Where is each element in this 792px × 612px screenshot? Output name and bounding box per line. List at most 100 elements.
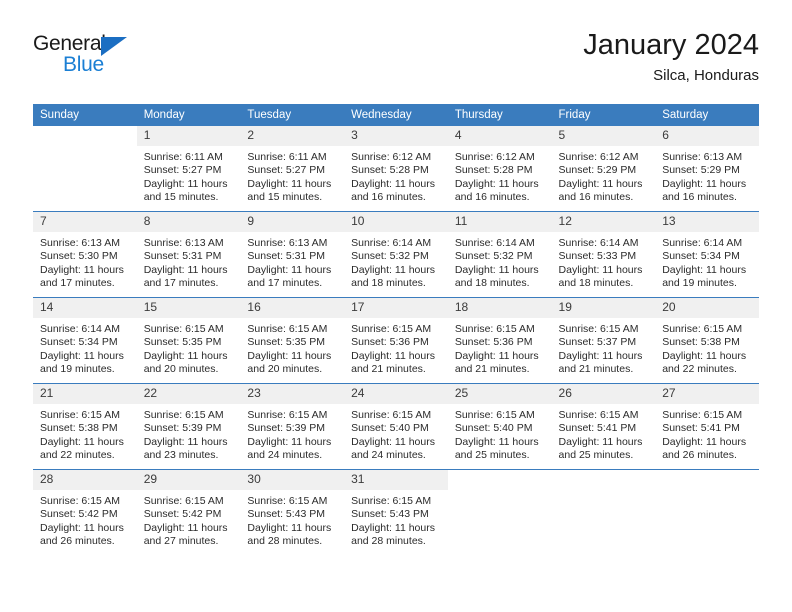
sunset-line: Sunset: 5:42 PM <box>40 508 118 521</box>
day-sun-info: Sunrise: 6:13 AM Sunset: 5:30 PM Daylight:… <box>33 232 137 291</box>
calendar-day-cell[interactable]: 31 Sunrise: 6:15 AM Sunset: 5:43 PM Dayligh… <box>344 469 448 555</box>
calendar-day-cell[interactable]: 18 Sunrise: 6:15 AM Sunset: 5:36 PM Dayligh… <box>447 297 552 384</box>
day-number: 14 <box>33 298 137 318</box>
day-number: 28 <box>33 470 137 490</box>
sunrise-line: Sunrise: 6:15 AM <box>40 495 120 507</box>
calendar-day-cell[interactable]: 8 Sunrise: 6:13 AM Sunset: 5:31 PM Daylight… <box>136 211 241 298</box>
day-number: 21 <box>33 384 137 404</box>
sunrise-line: Sunrise: 6:15 AM <box>351 409 432 421</box>
day-sun-info: Sunrise: 6:15 AM Sunset: 5:42 PM Daylight:… <box>33 490 137 549</box>
daylight-line-cont: and 15 minutes. <box>247 191 323 204</box>
sunset-line: Sunset: 5:29 PM <box>558 164 637 177</box>
daylight-line-cont: and 21 minutes. <box>558 363 634 376</box>
logo-text-blue: Blue <box>63 53 104 76</box>
daylight-line-cont: and 16 minutes. <box>351 191 426 204</box>
daylight-line: Daylight: 11 hours <box>662 177 747 190</box>
calendar-page: General Blue January 2024 Silca, Hondura… <box>0 0 792 612</box>
day-number: 30 <box>240 470 345 490</box>
sunrise-line: Sunrise: 6:15 AM <box>143 323 224 335</box>
day-sun-info: Sunrise: 6:15 AM Sunset: 5:43 PM Daylight:… <box>240 490 344 549</box>
daylight-line: Daylight: 11 hours <box>454 177 539 190</box>
calendar-day-cell[interactable]: 26 Sunrise: 6:15 AM Sunset: 5:41 PM Dayligh… <box>551 383 656 470</box>
sunrise-line: Sunrise: 6:15 AM <box>247 409 328 421</box>
day-sun-info: Sunrise: 6:11 AM Sunset: 5:27 PM Daylight:… <box>240 146 344 205</box>
sunset-line: Sunset: 5:34 PM <box>40 336 118 349</box>
daylight-line-cont: and 17 minutes. <box>40 277 115 290</box>
calendar-day-cell[interactable]: 28 Sunrise: 6:15 AM Sunset: 5:42 PM Dayligh… <box>33 469 137 555</box>
calendar-day-cell[interactable]: 25 Sunrise: 6:15 AM Sunset: 5:40 PM Dayligh… <box>447 383 552 470</box>
daylight-line: Daylight: 11 hours <box>662 349 747 362</box>
daylight-line-cont: and 24 minutes. <box>247 449 323 462</box>
calendar-day-cell[interactable]: 13 Sunrise: 6:14 AM Sunset: 5:34 PM Dayligh… <box>655 211 759 298</box>
calendar-day-cell[interactable]: 5 Sunrise: 6:12 AM Sunset: 5:29 PM Daylight… <box>551 126 656 212</box>
calendar-day-cell[interactable]: 20 Sunrise: 6:15 AM Sunset: 5:38 PM Dayligh… <box>655 297 759 384</box>
calendar-day-cell[interactable]: 22 Sunrise: 6:15 AM Sunset: 5:39 PM Dayligh… <box>136 383 241 470</box>
day-sun-info: Sunrise: 6:15 AM Sunset: 5:35 PM Daylight:… <box>137 318 241 377</box>
daylight-line-cont: and 18 minutes. <box>558 277 634 290</box>
calendar-day-cell[interactable]: 2 Sunrise: 6:11 AM Sunset: 5:27 PM Daylight… <box>240 126 345 212</box>
day-number: 29 <box>136 470 241 490</box>
sunset-line: Sunset: 5:33 PM <box>558 250 637 263</box>
daylight-line-cont: and 22 minutes. <box>40 449 115 462</box>
day-sun-info: Sunrise: 6:15 AM Sunset: 5:36 PM Daylight:… <box>344 318 448 377</box>
calendar-day-cell[interactable]: 27 Sunrise: 6:15 AM Sunset: 5:41 PM Dayligh… <box>655 383 759 470</box>
calendar-day-cell[interactable]: 1 Sunrise: 6:11 AM Sunset: 5:27 PM Daylight… <box>136 126 241 212</box>
sunset-line: Sunset: 5:35 PM <box>247 336 326 349</box>
calendar-week-row: 14 Sunrise: 6:14 AM Sunset: 5:34 PM Dayligh… <box>33 297 759 384</box>
day-number: 8 <box>136 212 241 232</box>
daylight-line: Daylight: 11 hours <box>351 435 435 448</box>
calendar-day-cell[interactable]: 16 Sunrise: 6:15 AM Sunset: 5:35 PM Dayligh… <box>240 297 345 384</box>
calendar-day-cell[interactable]: 14 Sunrise: 6:14 AM Sunset: 5:34 PM Dayligh… <box>33 297 137 384</box>
sunrise-line: Sunrise: 6:11 AM <box>247 151 327 163</box>
daylight-line: Daylight: 11 hours <box>143 177 228 190</box>
calendar-day-cell[interactable]: 21 Sunrise: 6:15 AM Sunset: 5:38 PM Dayligh… <box>33 383 137 470</box>
calendar-table: Sunday Monday Tuesday Wednesday Thursday Frid… <box>33 104 759 555</box>
calendar-day-cell[interactable]: 23 Sunrise: 6:15 AM Sunset: 5:39 PM Dayligh… <box>240 383 345 470</box>
weekday-header-monday: Monday <box>136 104 241 126</box>
calendar-day-cell[interactable]: 30 Sunrise: 6:15 AM Sunset: 5:43 PM Dayligh… <box>240 469 345 555</box>
daylight-line: Daylight: 11 hours <box>143 349 228 362</box>
daylight-line-cont: and 19 minutes. <box>662 277 737 290</box>
day-sun-info: Sunrise: 6:12 AM Sunset: 5:29 PM Daylight:… <box>552 146 656 205</box>
sunset-line: Sunset: 5:43 PM <box>351 508 429 521</box>
daylight-line: Daylight: 11 hours <box>454 349 539 362</box>
general-blue-logo: General Blue <box>33 32 213 90</box>
calendar-day-cell[interactable]: 6 Sunrise: 6:13 AM Sunset: 5:29 PM Daylight… <box>655 126 759 212</box>
sunrise-line: Sunrise: 6:12 AM <box>558 151 639 163</box>
day-sun-info: Sunrise: 6:13 AM Sunset: 5:31 PM Daylight:… <box>137 232 241 291</box>
calendar-day-cell[interactable]: 15 Sunrise: 6:15 AM Sunset: 5:35 PM Dayligh… <box>136 297 241 384</box>
day-number: 2 <box>240 126 345 146</box>
daylight-line-cont: and 24 minutes. <box>351 449 426 462</box>
calendar-day-cell[interactable]: 12 Sunrise: 6:14 AM Sunset: 5:33 PM Dayligh… <box>551 211 656 298</box>
day-number: 16 <box>240 298 345 318</box>
daylight-line: Daylight: 11 hours <box>351 263 435 276</box>
calendar-day-cell[interactable]: 7 Sunrise: 6:13 AM Sunset: 5:30 PM Daylight… <box>33 211 137 298</box>
calendar-header-row: Sunday Monday Tuesday Wednesday Thursday Frid… <box>33 104 759 126</box>
sunrise-line: Sunrise: 6:15 AM <box>143 409 224 421</box>
calendar-day-cell[interactable]: 9 Sunrise: 6:13 AM Sunset: 5:31 PM Daylight… <box>240 211 345 298</box>
calendar-day-cell[interactable]: 3 Sunrise: 6:12 AM Sunset: 5:28 PM Daylight… <box>344 126 448 212</box>
calendar-day-cell[interactable]: 11 Sunrise: 6:14 AM Sunset: 5:32 PM Dayligh… <box>447 211 552 298</box>
logo-triangle-icon <box>101 37 127 56</box>
calendar-day-cell[interactable]: 4 Sunrise: 6:12 AM Sunset: 5:28 PM Daylight… <box>447 126 552 212</box>
calendar-day-cell[interactable]: 17 Sunrise: 6:15 AM Sunset: 5:36 PM Dayligh… <box>344 297 448 384</box>
sunset-line: Sunset: 5:40 PM <box>351 422 429 435</box>
sunrise-line: Sunrise: 6:15 AM <box>247 323 328 335</box>
sunset-line: Sunset: 5:39 PM <box>143 422 222 435</box>
calendar-day-cell[interactable]: 19 Sunrise: 6:15 AM Sunset: 5:37 PM Dayligh… <box>551 297 656 384</box>
sunrise-line: Sunrise: 6:15 AM <box>662 409 743 421</box>
sunrise-line: Sunrise: 6:13 AM <box>247 237 328 249</box>
day-sun-info: Sunrise: 6:14 AM Sunset: 5:32 PM Daylight:… <box>344 232 448 291</box>
daylight-line-cont: and 17 minutes. <box>143 277 219 290</box>
day-sun-info: Sunrise: 6:15 AM Sunset: 5:40 PM Daylight:… <box>448 404 552 463</box>
daylight-line: Daylight: 11 hours <box>454 263 539 276</box>
sunset-line: Sunset: 5:40 PM <box>454 422 533 435</box>
daylight-line-cont: and 23 minutes. <box>143 449 219 462</box>
day-sun-info: Sunrise: 6:15 AM Sunset: 5:38 PM Daylight:… <box>655 318 759 377</box>
calendar-day-cell[interactable]: 24 Sunrise: 6:15 AM Sunset: 5:40 PM Dayligh… <box>344 383 448 470</box>
calendar-day-cell[interactable]: 10 Sunrise: 6:14 AM Sunset: 5:32 PM Dayligh… <box>344 211 448 298</box>
calendar-day-cell[interactable]: 29 Sunrise: 6:15 AM Sunset: 5:42 PM Dayligh… <box>136 469 241 555</box>
daylight-line: Daylight: 11 hours <box>351 177 435 190</box>
daylight-line-cont: and 17 minutes. <box>247 277 323 290</box>
daylight-line: Daylight: 11 hours <box>558 435 643 448</box>
